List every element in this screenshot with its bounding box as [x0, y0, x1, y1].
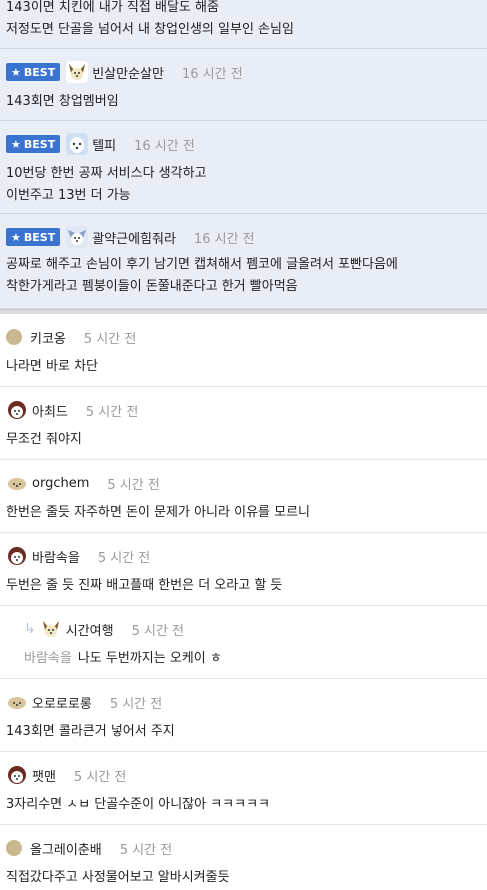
comment-item: 143이면 치킨에 내가 직접 배달도 해줌 저정도면 단골을 넘어서 내 창업인… — [0, 0, 487, 49]
comment-time: 5 시간 전 — [85, 404, 139, 420]
comment-nickname[interactable]: 오로로로롱 — [32, 693, 92, 712]
comment-nickname[interactable]: 바람속을 — [32, 547, 80, 566]
comment-text: 143이면 치킨에 내가 직접 배달도 해줌 저정도면 단골을 넘어서 내 창업인… — [6, 0, 294, 37]
best-badge: ★ BEST — [6, 135, 61, 153]
comment-meta: ★ BEST 빈살만순살만 16 시간 전 — [6, 59, 481, 85]
comment-nickname[interactable]: 키코옹 — [30, 328, 66, 347]
comment-nickname[interactable]: 빈살만순살만 — [92, 63, 164, 82]
comment-meta: ↳ 시간여행 5 시간 전 — [24, 616, 481, 642]
comment-text: 무조건 줘야지 — [6, 432, 82, 447]
comment-time: 16 시간 전 — [181, 66, 243, 82]
comment-time: 5 시간 전 — [83, 331, 137, 347]
best-badge: ★ BEST — [6, 228, 61, 246]
comment-meta: ★ BEST 괄약근에힘줘라 16 시간 전 — [6, 224, 481, 250]
comment-nickname[interactable]: 텔피 — [92, 135, 116, 154]
comment-time: 5 시간 전 — [119, 842, 173, 858]
reply-item: ↳ 시간여행 5 시간 전 바람속을 나도 두번까지는 오케이 ㅎ — [0, 606, 487, 679]
comment-nickname[interactable]: 괄약근에힘줘라 — [92, 228, 176, 247]
mention-link[interactable]: 바람속을 — [24, 651, 72, 666]
comment-text: 한번은 줄듯 자주하면 돈이 문제가 아니라 이유를 모르니 — [6, 505, 311, 520]
comment-meta: 키코옹 5 시간 전 — [6, 324, 481, 350]
dog-avatar-red — [6, 545, 28, 567]
dog-avatar-tan — [6, 691, 28, 713]
comment-item: 오로로로롱 5 시간 전 143회면 콜라큰거 넣어서 주지 — [0, 679, 487, 752]
best-comment: ★ BEST 괄약근에힘줘라 16 시간 전 공짜로 해주고 손님이 후기 남기면… — [0, 214, 487, 309]
best-comments-section: 143이면 치킨에 내가 직접 배달도 해줌 저정도면 단골을 넘어서 내 창업인… — [0, 0, 487, 309]
comment-item: 아최드 5 시간 전 무조건 줘야지 — [0, 387, 487, 460]
comment-meta: 오로로로롱 5 시간 전 — [6, 689, 481, 715]
comment-text: 10번당 한번 공짜 서비스다 생각하고 이번주고 13번 더 가능 — [6, 166, 207, 203]
star-icon: ★ — [11, 137, 21, 151]
comment-meta: 바람속을 5 시간 전 — [6, 543, 481, 569]
dog-avatar-blue — [66, 133, 89, 155]
best-comment: ★ BEST 빈살만순살만 16 시간 전 143회면 창업멤버임 — [0, 49, 487, 121]
comment-time: 5 시간 전 — [107, 477, 160, 493]
best-badge: ★ BEST — [6, 63, 61, 81]
comment-text: 바람속을 나도 두번까지는 오케이 ㅎ — [24, 651, 222, 666]
user-dot-avatar — [6, 329, 22, 345]
comment-text: 공짜로 해주고 손님이 후기 남기면 캡쳐해서 펨코에 글올려서 포빤다음에 착한… — [6, 257, 398, 294]
star-icon: ★ — [11, 230, 21, 244]
comment-item: 올그레이춘배 5 시간 전 직접갔다주고 사정물어보고 알바시켜줄듯 — [0, 825, 487, 890]
dog-avatar-red — [6, 764, 28, 786]
comment-nickname[interactable]: 시간여행 — [66, 620, 114, 639]
dog-avatar-red — [6, 399, 28, 421]
comment-meta: 아최드 5 시간 전 — [6, 397, 481, 423]
comment-item: 바람속을 5 시간 전 두번은 줄 듯 진짜 배고플때 한번은 더 오라고 할 … — [0, 533, 487, 606]
comment-meta: 팻맨 5 시간 전 — [6, 762, 481, 788]
comment-meta: 올그레이춘배 5 시간 전 — [6, 835, 481, 861]
dog-avatar — [39, 618, 62, 640]
user-dot-avatar — [6, 840, 22, 856]
comment-text: 143회면 콜라큰거 넣어서 주지 — [6, 724, 175, 739]
reply-arrow-icon: ↳ — [24, 621, 36, 637]
comment-nickname[interactable]: 아최드 — [32, 401, 68, 420]
dog-avatar — [66, 61, 89, 83]
comment-item: 키코옹 5 시간 전 나라면 바로 차단 — [0, 314, 487, 387]
comment-time: 5 시간 전 — [73, 769, 127, 785]
comment-meta: ★ BEST 텔피 16 시간 전 — [6, 131, 481, 157]
comment-time: 5 시간 전 — [109, 696, 163, 712]
comment-item: 팻맨 5 시간 전 3자리수면 ㅅㅂ 단골수준이 아니잖아 ㅋㅋㅋㅋㅋ — [0, 752, 487, 825]
comment-list: 143이면 치킨에 내가 직접 배달도 해줌 저정도면 단골을 넘어서 내 창업인… — [0, 0, 487, 890]
comment-text: 나라면 바로 차단 — [6, 359, 98, 374]
comment-time: 5 시간 전 — [97, 550, 151, 566]
comment-text: 두번은 줄 듯 진짜 배고플때 한번은 더 오라고 할 듯 — [6, 578, 283, 593]
comment-nickname[interactable]: 올그레이춘배 — [30, 839, 102, 858]
comment-meta: orgchem 5 시간 전 — [6, 470, 481, 496]
dog-avatar-gray — [66, 226, 89, 248]
comment-text: 143회면 창업멤버임 — [6, 94, 119, 109]
comment-time: 5 시간 전 — [131, 623, 184, 639]
best-comment: ★ BEST 텔피 16 시간 전 10번당 한번 공짜 서비스다 생각하고 이번주… — [0, 121, 487, 214]
comment-item: orgchem 5 시간 전 한번은 줄듯 자주하면 돈이 문제가 아니라 이유… — [0, 460, 487, 533]
star-icon: ★ — [11, 65, 21, 79]
comment-time: 16 시간 전 — [193, 231, 255, 247]
comment-nickname[interactable]: orgchem — [32, 476, 89, 491]
comment-time: 16 시간 전 — [134, 138, 195, 154]
comment-nickname[interactable]: 팻맨 — [32, 766, 56, 785]
comment-text: 직접갔다주고 사정물어보고 알바시켜줄듯 — [6, 870, 230, 885]
dog-avatar-tan — [6, 472, 28, 494]
comment-text: 3자리수면 ㅅㅂ 단골수준이 아니잖아 ㅋㅋㅋㅋㅋ — [6, 797, 271, 812]
